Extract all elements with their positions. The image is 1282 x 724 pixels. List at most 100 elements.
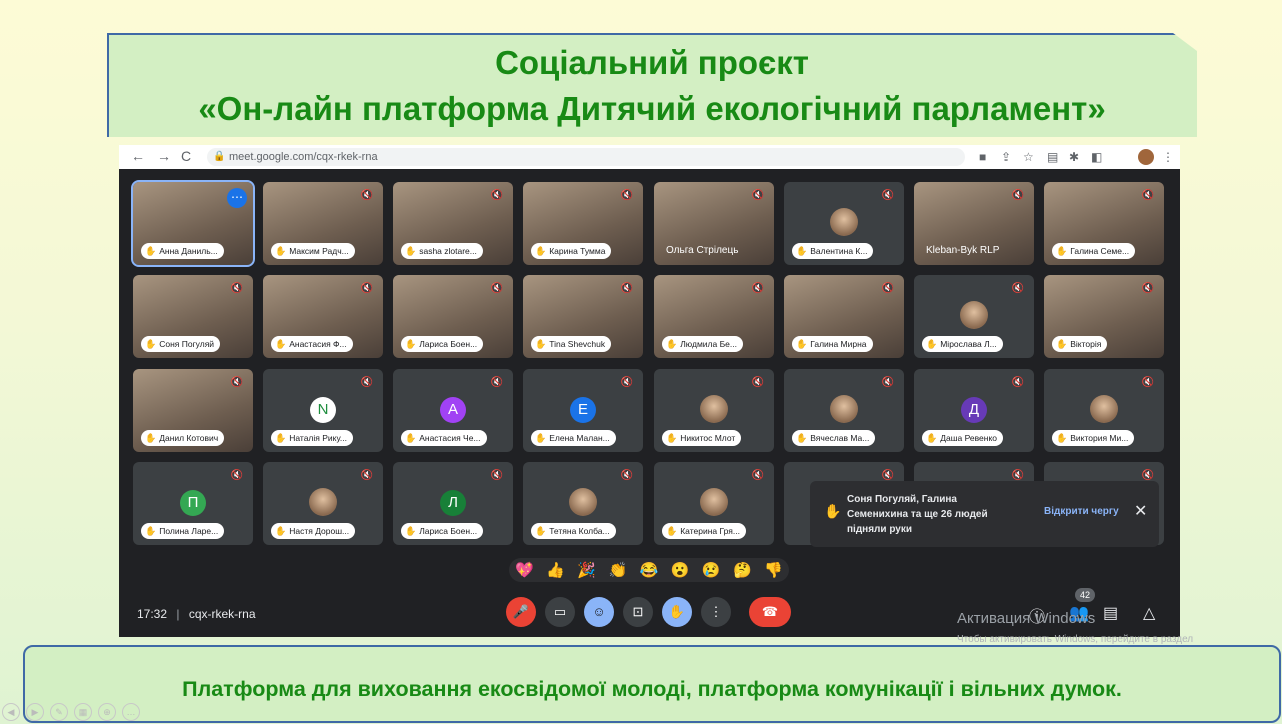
forward-icon[interactable]: → (157, 148, 171, 164)
participant-tile[interactable]: 🔇 ✋ Максим Радч... (263, 182, 383, 265)
chat-icon[interactable]: ▤ (1103, 603, 1118, 623)
participant-tile[interactable]: ⋯ ✋ Анна Даниль... (131, 180, 255, 267)
participant-tile[interactable]: 🔇 ✋ Галина Мирна (784, 275, 904, 358)
camera-button[interactable]: ▭ (545, 597, 575, 627)
raised-hand-icon: ✋ (1056, 339, 1068, 349)
participant-name: ✋ Даша Ревенко (922, 430, 1004, 446)
participant-name: ✋ Елена Малан... (531, 430, 616, 446)
close-icon[interactable]: ✕ (1134, 501, 1147, 521)
participant-tile[interactable]: 🔇 А ✋ Анастасия Че... (393, 369, 513, 452)
mic-muted-icon: 🔇 (360, 190, 374, 201)
reaction-emoji[interactable]: 👍 (546, 561, 565, 579)
raised-hand-icon: ✋ (405, 339, 417, 349)
mic-muted-icon: 🔇 (360, 377, 374, 388)
participant-tile[interactable]: 🔇 Л ✋ Лариса Боен... (393, 462, 513, 545)
reaction-emoji[interactable]: 😢 (702, 561, 721, 579)
raised-hand-icon: ✋ (535, 526, 547, 536)
mic-muted-icon: 🔇 (751, 190, 765, 201)
raised-hands-notification: ✋ Соня Погуляй, Галина Семенихина та ще … (810, 481, 1159, 547)
participant-tile[interactable]: 🔇 ✋ sasha zlotare... (393, 182, 513, 265)
open-queue-button[interactable]: Відкрити чергу (1044, 506, 1119, 517)
reactions-button[interactable]: ☺ (584, 597, 614, 627)
mic-off-button[interactable]: 🎤 (506, 597, 536, 627)
extension-icon[interactable]: ▤ (1047, 150, 1058, 164)
mic-muted-icon: 🔇 (881, 377, 895, 388)
raised-hand-icon: ✋ (535, 339, 547, 349)
participant-count-badge: 42 (1075, 588, 1095, 602)
participant-tile[interactable]: 🔇 ✋ Карина Тумма (523, 182, 643, 265)
menu-kebab-icon[interactable]: ⋮ (1162, 150, 1174, 164)
pen-icon[interactable]: ✎ (50, 703, 68, 721)
participant-tile[interactable]: 🔇 ✋ Tina Shevchuk (523, 275, 643, 358)
participant-tile[interactable]: 🔇 Д ✋ Даша Ревенко (914, 369, 1034, 452)
participant-tile[interactable]: 🔇 П ✋ Полина Ларе... (133, 462, 253, 545)
participant-tile[interactable]: 🔇 ✋ Настя Дорош... (263, 462, 383, 545)
tile-more-icon[interactable]: ⋯ (227, 188, 247, 208)
raise-hand-button[interactable]: ✋ (662, 597, 692, 627)
url-text[interactable]: meet.google.com/cqx-rkek-rna (229, 151, 378, 163)
raised-hand-icon: ✋ (796, 433, 808, 443)
participant-tile[interactable]: 🔇 ✋ Вікторія (1044, 275, 1164, 358)
camera-icon[interactable]: ■ (979, 150, 986, 164)
participant-name-text: sasha zlotare... (419, 246, 477, 256)
slides-icon[interactable]: ▦ (74, 703, 92, 721)
bookmark-star-icon[interactable]: ☆ (1023, 150, 1034, 164)
mic-muted-icon: 🔇 (230, 283, 244, 294)
mic-muted-icon: 🔇 (1011, 190, 1025, 201)
participant-tile[interactable]: 🔇 ✋ Вячеслав Ма... (784, 369, 904, 452)
activities-icon[interactable]: △ (1143, 603, 1155, 623)
participant-tile[interactable]: 🔇 ✋ Людмила Бе... (654, 275, 774, 358)
participant-tile[interactable]: 🔇 ✋ Галина Семе... (1044, 182, 1164, 265)
sidepanel-icon[interactable]: ◧ (1091, 150, 1102, 164)
present-button[interactable]: ⊡ (623, 597, 653, 627)
reaction-emoji[interactable]: 😮 (671, 561, 690, 579)
participant-tile[interactable]: 🔇 ✋ Катерина Гря... (654, 462, 774, 545)
puzzle-icon[interactable]: ✱ (1069, 150, 1079, 164)
participant-name-text: Лариса Боен... (419, 339, 478, 349)
raised-hand-icon: ✋ (535, 246, 547, 256)
participant-tile[interactable]: 🔇 ✋ Мірослава Л... (914, 275, 1034, 358)
participant-tile[interactable]: 🔇 Е ✋ Елена Малан... (523, 369, 643, 452)
raised-hand-icon: ✋ (666, 433, 678, 443)
participant-tile[interactable]: 🔇 ✋ Данил Котович (133, 369, 253, 452)
participant-name-text: Настя Дорош... (289, 526, 350, 536)
participant-tile[interactable]: 🔇 N ✋ Наталія Рику... (263, 369, 383, 452)
participant-tile[interactable]: 🔇 ✋ Валентина К... (784, 182, 904, 265)
raised-hand-icon: ✋ (145, 339, 157, 349)
next-slide-icon[interactable]: ▶ (26, 703, 44, 721)
more-options-button[interactable]: ⋮ (701, 597, 731, 627)
reaction-emoji[interactable]: 👎 (764, 561, 783, 579)
participant-name: ✋ Виктория Ми... (1052, 430, 1135, 446)
reaction-emoji[interactable]: 🎉 (577, 561, 596, 579)
participant-tile[interactable]: 🔇 ✋ Соня Погуляй (133, 275, 253, 358)
reaction-emoji[interactable]: 👏 (609, 561, 628, 579)
participant-initial-avatar: Е (570, 397, 596, 423)
reaction-emoji[interactable]: 😂 (640, 561, 659, 579)
slide-menu-icon[interactable]: … (122, 703, 140, 721)
raised-hand-icon: ✋ (405, 526, 417, 536)
participant-name-text: Полина Ларе... (159, 526, 219, 536)
participant-tile[interactable]: 🔇 ✋ Тетяна Колба... (523, 462, 643, 545)
profile-avatar[interactable] (1138, 149, 1154, 165)
participant-tile[interactable]: 🔇 ✋ Лариса Боен... (393, 275, 513, 358)
participant-tile[interactable]: 🔇 Ольга Стрілець (654, 182, 774, 265)
participant-tile[interactable]: 🔇 ✋ Никитос Млот (654, 369, 774, 452)
prev-slide-icon[interactable]: ◀ (2, 703, 20, 721)
reaction-emoji[interactable]: 🤔 (733, 561, 752, 579)
raised-hand-icon: ✋ (275, 339, 287, 349)
end-call-button[interactable]: ☎ (749, 597, 791, 627)
zoom-icon[interactable]: ⊕ (98, 703, 116, 721)
participant-tile[interactable]: 🔇 Kleban-Byk RLP (914, 182, 1034, 265)
reload-icon[interactable]: C (181, 148, 191, 164)
raised-hand-icon: ✋ (405, 246, 417, 256)
participant-name: ✋ Tina Shevchuk (531, 336, 612, 352)
raised-hand-icon: ✋ (666, 526, 678, 536)
participant-tile[interactable]: 🔇 ✋ Виктория Ми... (1044, 369, 1164, 452)
participant-name: ✋ Галина Семе... (1052, 243, 1136, 259)
share-icon[interactable]: ⇪ (1001, 150, 1011, 164)
raised-hand-icon: ✋ (1056, 246, 1068, 256)
back-icon[interactable]: ← (131, 148, 145, 164)
raised-hand-icon: ✋ (275, 433, 287, 443)
reaction-emoji[interactable]: 💖 (515, 561, 534, 579)
participant-tile[interactable]: 🔇 ✋ Анастасия Ф... (263, 275, 383, 358)
